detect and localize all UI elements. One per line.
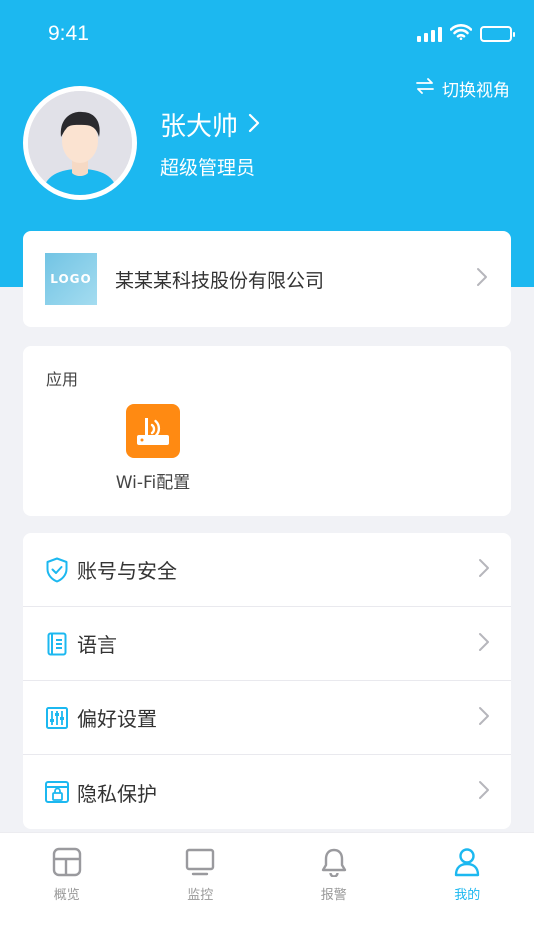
tab-alarm[interactable]: 报警 [267, 833, 401, 950]
book-icon [45, 631, 69, 657]
wifi-router-icon [126, 404, 180, 458]
menu-item-preferences[interactable]: 偏好设置 [23, 681, 511, 755]
tab-label: 监控 [187, 888, 214, 903]
settings-menu: 账号与安全 语言 偏好设置 隐私保护 [23, 533, 511, 829]
tab-label: 概览 [53, 888, 80, 903]
tab-mine[interactable]: 我的 [401, 833, 534, 950]
overview-icon [52, 847, 82, 881]
tab-monitor[interactable]: 监控 [134, 833, 268, 950]
company-card[interactable]: LOGO 某某某科技股份有限公司 [23, 231, 511, 327]
app-wifi-config[interactable]: Wi-Fi配置 [85, 404, 221, 493]
chevron-right-icon [477, 631, 491, 657]
menu-item-account-security[interactable]: 账号与安全 [23, 533, 511, 607]
privacy-lock-icon [45, 779, 69, 805]
battery-icon [480, 26, 515, 42]
app-label: Wi-Fi配置 [115, 473, 191, 493]
menu-item-label: 账号与安全 [77, 559, 177, 583]
company-logo: LOGO [45, 253, 97, 305]
menu-item-label: 语言 [77, 633, 117, 657]
signal-icon [417, 26, 442, 42]
sliders-icon [45, 705, 69, 731]
shield-icon [45, 557, 69, 583]
menu-item-privacy[interactable]: 隐私保护 [23, 755, 511, 829]
menu-item-label: 偏好设置 [77, 707, 157, 731]
tab-label: 我的 [454, 888, 481, 903]
apps-title: 应用 [46, 370, 79, 389]
menu-item-label: 隐私保护 [77, 781, 157, 806]
tab-bar: 概览 监控 报警 我的 [0, 832, 534, 950]
person-icon [452, 847, 482, 881]
menu-item-language[interactable]: 语言 [23, 607, 511, 681]
status-time: 9:41 [48, 22, 89, 45]
apps-card: 应用 Wi-Fi配置 [23, 346, 511, 516]
chevron-right-icon [477, 779, 491, 805]
user-role: 超级管理员 [160, 157, 256, 179]
switch-view-label: 切换视角 [442, 81, 510, 101]
company-name: 某某某科技股份有限公司 [115, 269, 325, 292]
switch-view-button[interactable]: 切换视角 [416, 76, 510, 101]
switch-arrows-icon [416, 78, 434, 99]
avatar[interactable] [23, 86, 137, 200]
chevron-right-icon [475, 266, 489, 292]
chevron-right-icon [477, 557, 491, 583]
status-icons [417, 24, 515, 44]
monitor-icon [185, 847, 215, 881]
wifi-icon [449, 24, 473, 44]
tab-overview[interactable]: 概览 [0, 833, 134, 950]
chevron-right-icon [248, 110, 260, 140]
user-name: 张大帅 [160, 112, 239, 142]
tab-label: 报警 [320, 888, 347, 903]
user-name-link[interactable]: 张大帅 [160, 106, 260, 143]
bell-icon [319, 847, 349, 881]
chevron-right-icon [477, 705, 491, 731]
